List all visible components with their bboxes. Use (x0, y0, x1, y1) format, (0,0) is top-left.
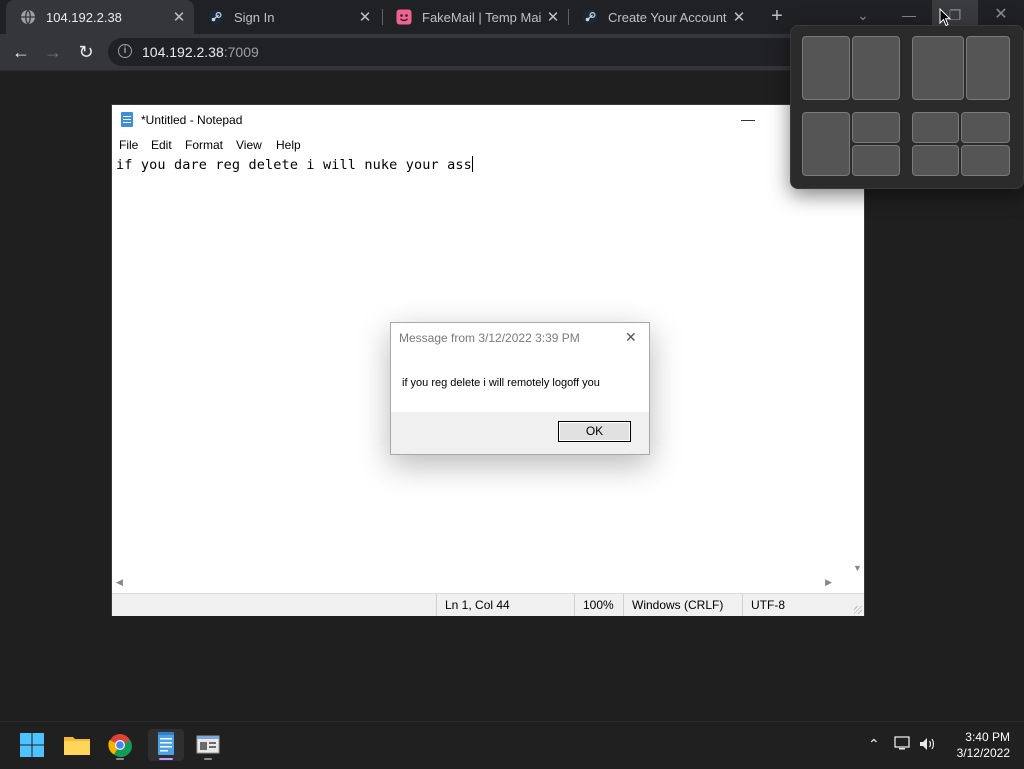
tab-close-icon[interactable]: ✕ (354, 8, 376, 26)
tab-title: FakeMail | Temp Mail A (422, 9, 542, 25)
scroll-down-icon[interactable]: ▼ (853, 563, 862, 573)
chevron-up-icon[interactable]: ⌃ (868, 736, 880, 753)
tab-close-icon[interactable]: ✕ (542, 8, 564, 26)
snap-zone-bottom-right[interactable] (852, 145, 900, 176)
menu-format[interactable]: Format (185, 138, 223, 152)
tab-close-icon[interactable]: ✕ (168, 8, 190, 26)
fakemail-icon (396, 9, 412, 25)
tab-fakemail[interactable]: FakeMail | Temp Mail A ✕ (382, 0, 568, 34)
snap-zone-quad-top-left[interactable] (912, 112, 959, 143)
notepad-title: *Untitled - Notepad (141, 113, 243, 127)
mouse-cursor-icon (939, 8, 951, 27)
menu-file[interactable]: File (119, 138, 138, 152)
snap-zone-quad-bottom-left[interactable] (912, 145, 959, 176)
notepad-app[interactable] (148, 729, 184, 761)
running-indicator (116, 758, 124, 760)
network-icon[interactable] (894, 736, 912, 752)
horizontal-scrollbar[interactable]: ◀ ▶ (112, 575, 850, 591)
snap-zone-wide-left[interactable] (912, 36, 964, 100)
clock-date: 3/12/2022 (956, 746, 1010, 760)
status-line-ending: Windows (CRLF) (623, 594, 742, 616)
tab-close-icon[interactable]: ✕ (728, 8, 750, 26)
start-icon[interactable] (16, 729, 48, 761)
status-cursor-position: Ln 1, Col 44 (436, 594, 574, 616)
site-info-icon[interactable]: i (118, 44, 132, 58)
chrome-icon (108, 734, 132, 757)
snap-zone-narrow-right[interactable] (966, 36, 1010, 100)
running-indicator (204, 758, 212, 760)
status-encoding: UTF-8 (742, 594, 850, 616)
notepad-icon (121, 112, 133, 127)
menu-help[interactable]: Help (276, 138, 301, 152)
snap-zone-left-column[interactable] (802, 112, 850, 176)
status-zoom: 100% (574, 594, 623, 616)
steam-icon (208, 9, 224, 25)
tab-title: 104.192.2.38 (46, 9, 122, 25)
notepad-menu-bar: File Edit Format View Help (112, 135, 864, 155)
notepad-taskbar-icon (158, 732, 174, 755)
clock-time: 3:40 PM (965, 730, 1010, 744)
forward-icon[interactable]: → (41, 40, 65, 64)
snap-zone-half-right[interactable] (852, 36, 900, 100)
active-indicator (159, 758, 173, 760)
document-text: if you dare reg delete i will nuke your … (116, 157, 472, 173)
tab-title: Create Your Account (608, 9, 727, 25)
new-tab-button[interactable]: + (766, 5, 788, 27)
snap-zone-half-left[interactable] (802, 36, 850, 100)
dialog-title: Message from 3/12/2022 3:39 PM (399, 331, 580, 345)
minimize-icon[interactable]: — (738, 111, 758, 129)
menu-edit[interactable]: Edit (151, 138, 172, 152)
scroll-right-icon[interactable]: ▶ (825, 577, 832, 588)
scroll-left-icon[interactable]: ◀ (116, 577, 123, 588)
close-icon[interactable]: ✕ (625, 329, 637, 346)
resize-grip-icon[interactable] (854, 606, 862, 614)
vertical-scrollbar[interactable]: ▼ (850, 155, 864, 575)
snap-zone-quad-bottom-right[interactable] (961, 145, 1010, 176)
menu-view[interactable]: View (236, 138, 262, 152)
dialog-footer: OK (391, 412, 649, 454)
taskbar: ⌃ 3:40 PM 3/12/2022 (0, 721, 1024, 769)
remote-app-icon (196, 735, 220, 754)
tab-sign-in[interactable]: Sign In ✕ (194, 0, 380, 34)
file-explorer-icon[interactable] (61, 729, 93, 761)
back-icon[interactable]: ← (9, 40, 33, 64)
steam-icon (582, 9, 598, 25)
snap-zone-top-right[interactable] (852, 112, 900, 143)
volume-icon[interactable] (918, 736, 936, 752)
remote-app[interactable] (192, 729, 224, 761)
reload-icon[interactable]: ↻ (74, 40, 98, 64)
globe-icon (21, 9, 35, 25)
ok-button[interactable]: OK (558, 421, 631, 442)
url-host: 104.192.2.38 (142, 44, 224, 60)
url-text[interactable]: 104.192.2.38:7009 (142, 44, 259, 60)
snap-zone-quad-top-right[interactable] (961, 112, 1010, 143)
tab-create-account[interactable]: Create Your Account ✕ (568, 0, 754, 34)
url-port: :7009 (223, 44, 259, 60)
text-caret (471, 156, 473, 172)
address-bar[interactable]: i 104.192.2.38:7009 (108, 38, 808, 66)
tab-title: Sign In (234, 9, 275, 25)
tab-104-192-2-38[interactable]: 104.192.2.38 ✕ (6, 0, 194, 34)
chrome-app[interactable] (104, 729, 136, 761)
snap-layouts-flyout (790, 25, 1024, 189)
notepad-status-bar: Ln 1, Col 44 100% Windows (CRLF) UTF-8 (112, 593, 864, 616)
notepad-title-bar[interactable]: *Untitled - Notepad — (112, 105, 864, 135)
system-clock[interactable]: 3:40 PM 3/12/2022 (940, 729, 1010, 761)
dialog-message: if you reg delete i will remotely logoff… (402, 377, 600, 389)
message-dialog: Message from 3/12/2022 3:39 PM ✕ if you … (390, 322, 650, 455)
